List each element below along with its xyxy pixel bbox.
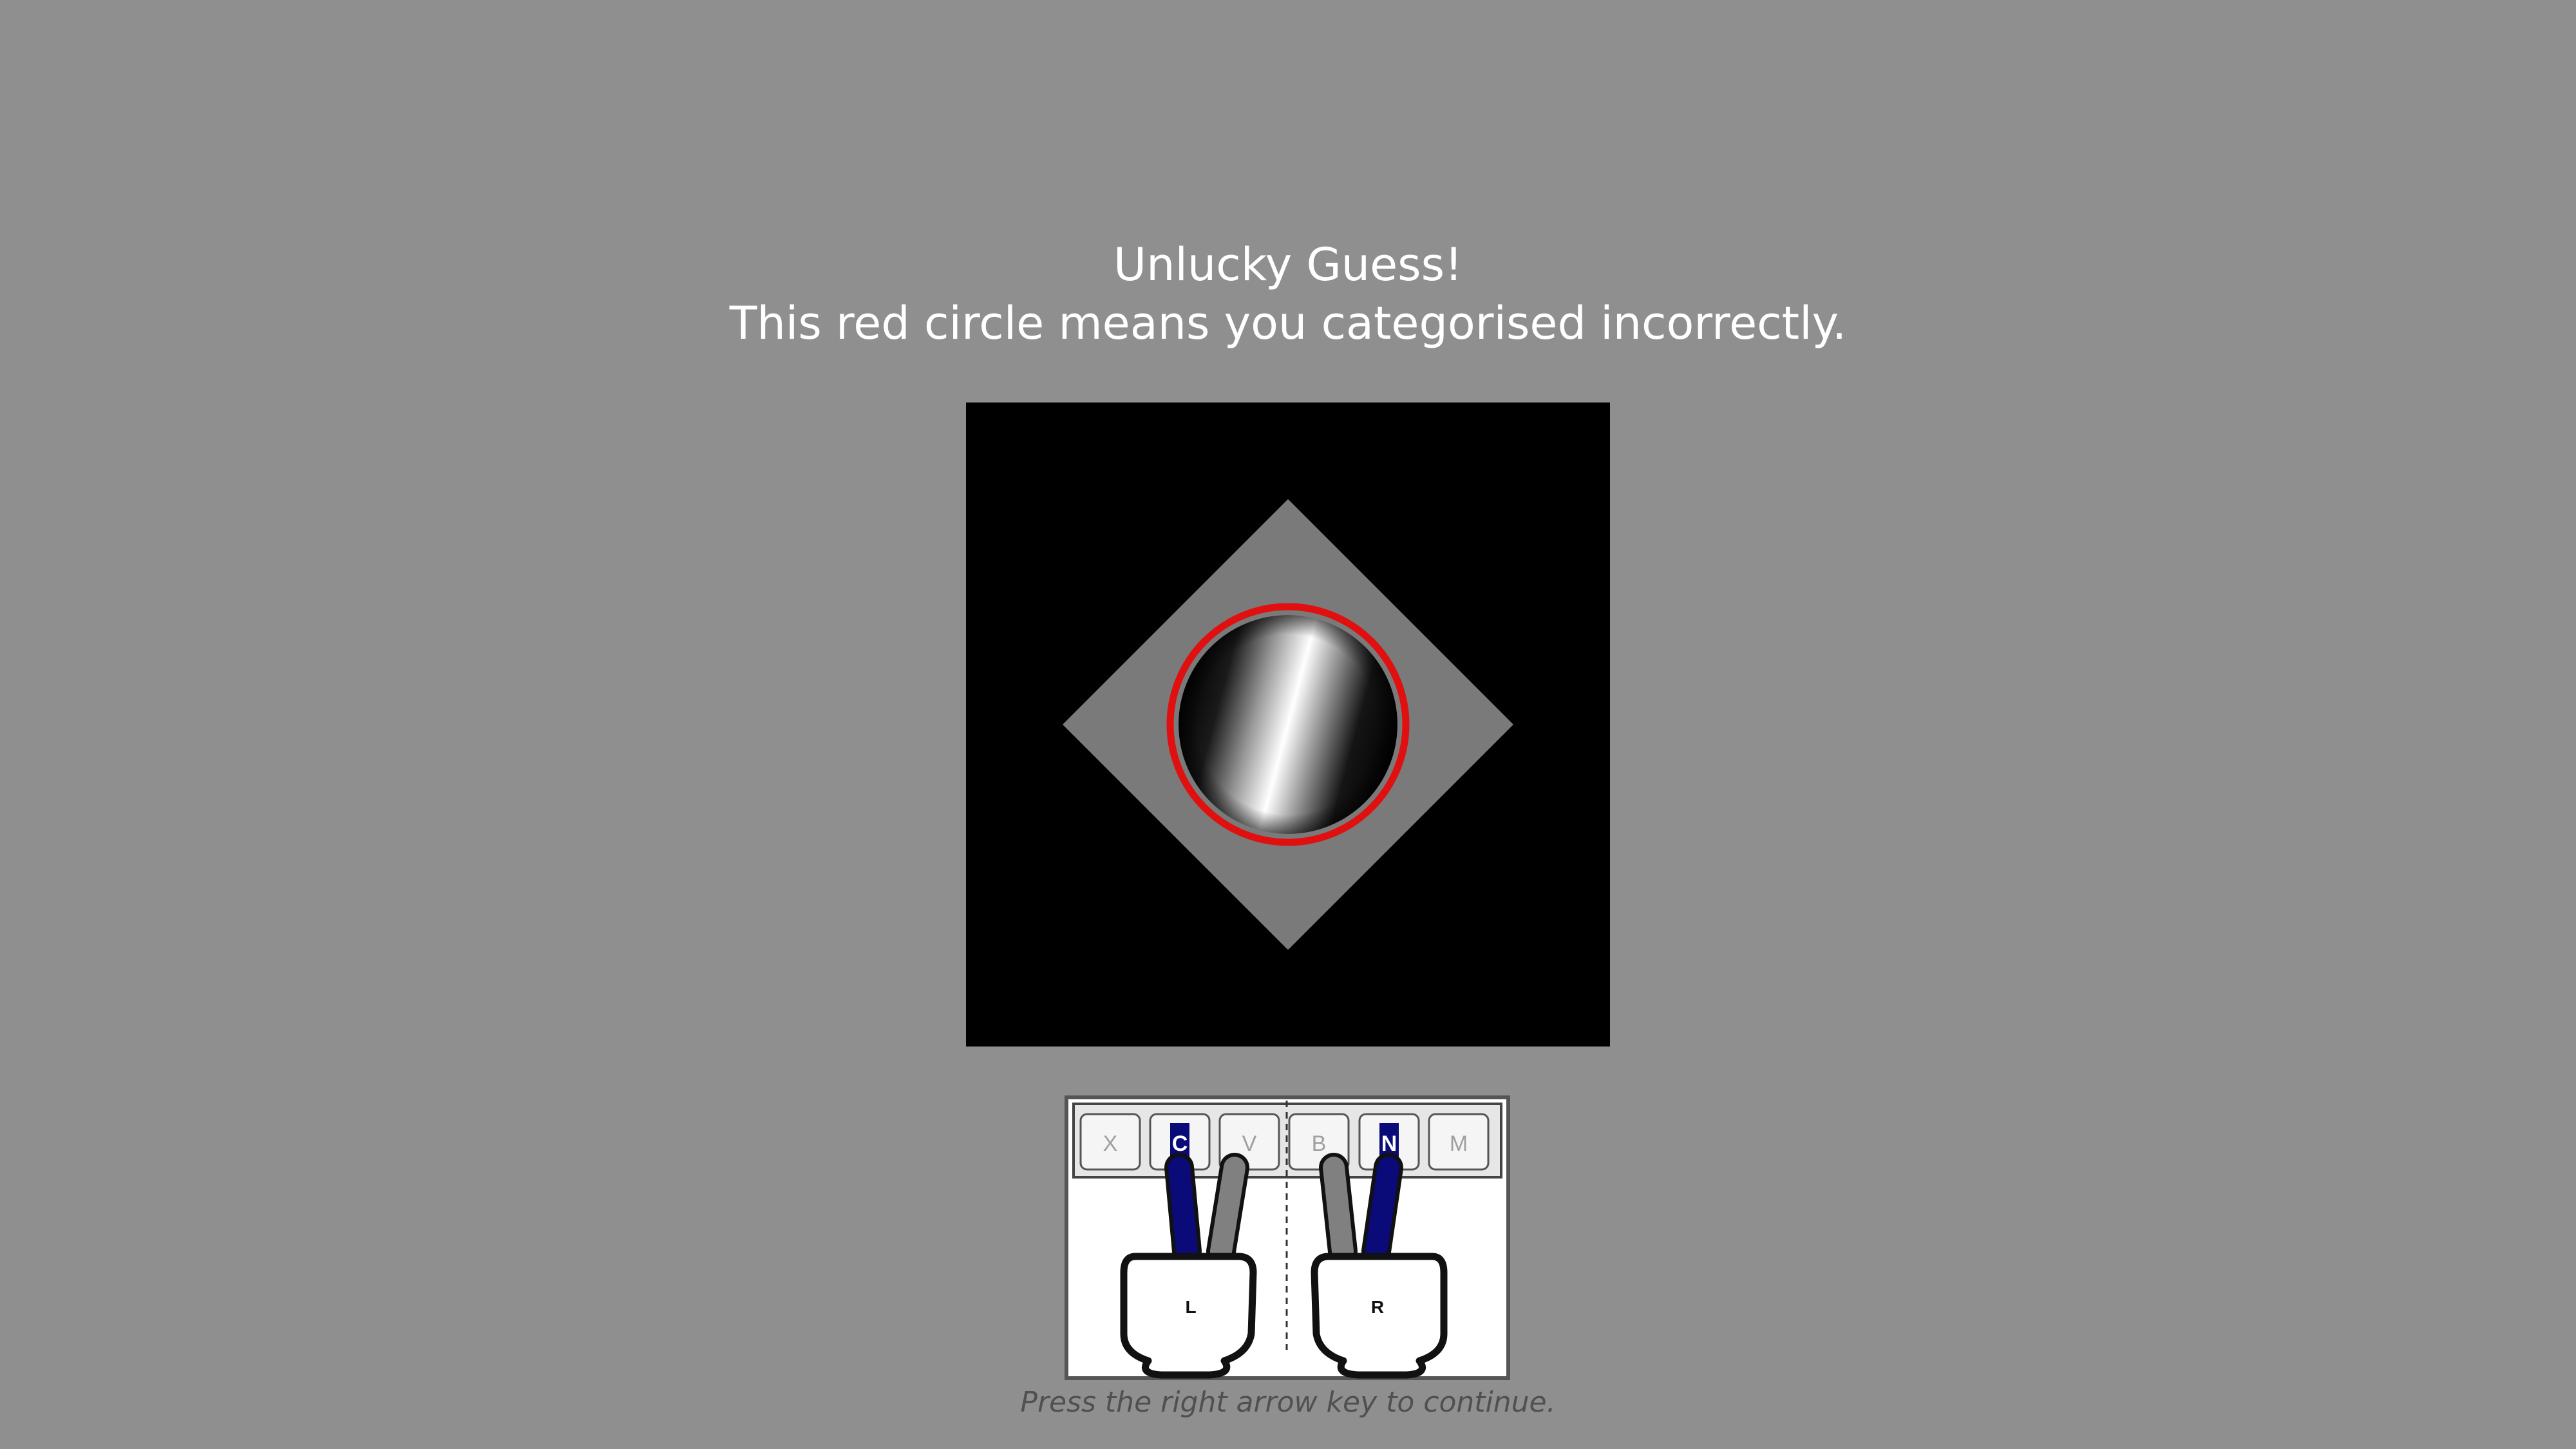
task-screen: Unlucky Guess! This red circle means you…: [0, 0, 2576, 1449]
key-c-label: C: [1172, 1132, 1188, 1156]
continue-prompt: Press the right arrow key to continue.: [1020, 1386, 1556, 1419]
stimulus-graphic: [1063, 499, 1513, 950]
feedback-title: Unlucky Guess!: [1113, 238, 1463, 291]
right-hand-label: R: [1371, 1297, 1384, 1317]
key-b-label: B: [1312, 1132, 1327, 1156]
response-key-guide: X C V B N M L R: [1065, 1095, 1510, 1380]
feedback-message: This red circle means you categorised in…: [729, 297, 1847, 350]
key-m-label: M: [1450, 1132, 1468, 1156]
key-x-label: X: [1103, 1132, 1118, 1156]
key-n-label: N: [1381, 1132, 1397, 1156]
key-m: M: [1428, 1113, 1490, 1171]
key-v-label: V: [1242, 1132, 1257, 1156]
stimulus-panel: [966, 402, 1610, 1046]
left-hand-label: L: [1185, 1297, 1196, 1317]
key-x: X: [1079, 1113, 1141, 1171]
